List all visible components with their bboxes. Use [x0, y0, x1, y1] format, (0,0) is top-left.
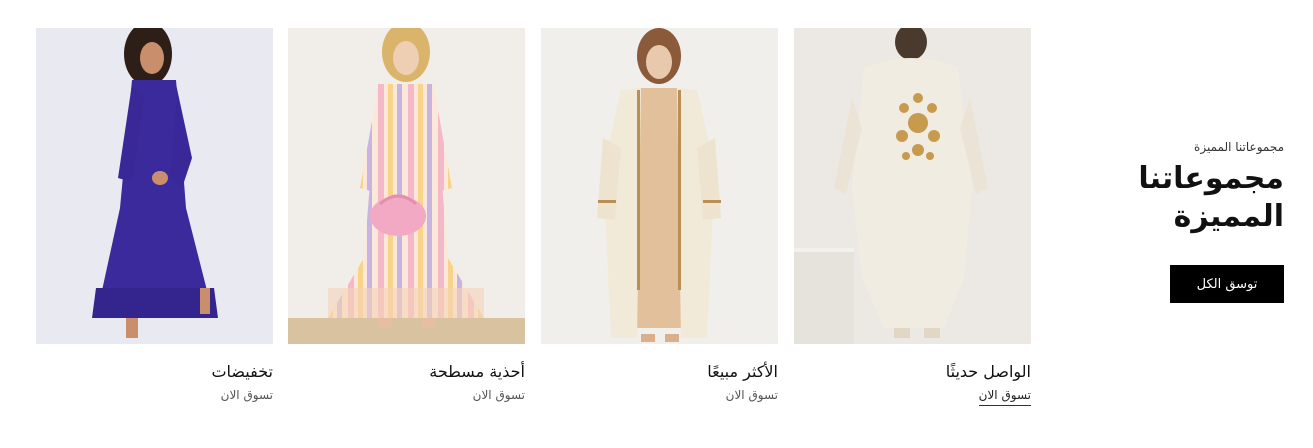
- collection-image[interactable]: [288, 28, 525, 344]
- featured-collections-section: مجموعاتنا المميزة مجموعاتنا المميزة توسق…: [0, 0, 1313, 448]
- collection-name: الواصل حديثًا: [945, 362, 1031, 381]
- collection-name: أحذية مسطحة: [429, 362, 525, 381]
- collection-image[interactable]: [541, 28, 778, 344]
- collection-card-best-sellers[interactable]: الأكثر مبيعًا تسوق الان: [541, 28, 778, 406]
- section-title: مجموعاتنا المميزة: [1138, 161, 1284, 234]
- shop-now-link[interactable]: تسوق الان: [978, 388, 1031, 406]
- collection-card-new-arrivals[interactable]: الواصل حديثًا تسوق الان: [794, 28, 1031, 406]
- shop-now-link[interactable]: تسوق الان: [473, 388, 525, 406]
- collection-card-sale[interactable]: تخفيضات تسوق الان: [36, 28, 273, 406]
- shop-all-button[interactable]: توسق الكل: [1170, 265, 1284, 303]
- collection-name: تخفيضات: [211, 362, 273, 381]
- collection-image[interactable]: [794, 28, 1031, 344]
- shop-now-link[interactable]: تسوق الان: [221, 388, 273, 406]
- collection-name: الأكثر مبيعًا: [707, 362, 778, 381]
- section-eyebrow: مجموعاتنا المميزة: [1194, 140, 1284, 154]
- collection-image[interactable]: [36, 28, 273, 344]
- collection-card-flat-shoes[interactable]: أحذية مسطحة تسوق الان: [288, 28, 525, 406]
- shop-now-link[interactable]: تسوق الان: [726, 388, 778, 406]
- section-intro: مجموعاتنا المميزة مجموعاتنا المميزة توسق…: [1100, 140, 1284, 303]
